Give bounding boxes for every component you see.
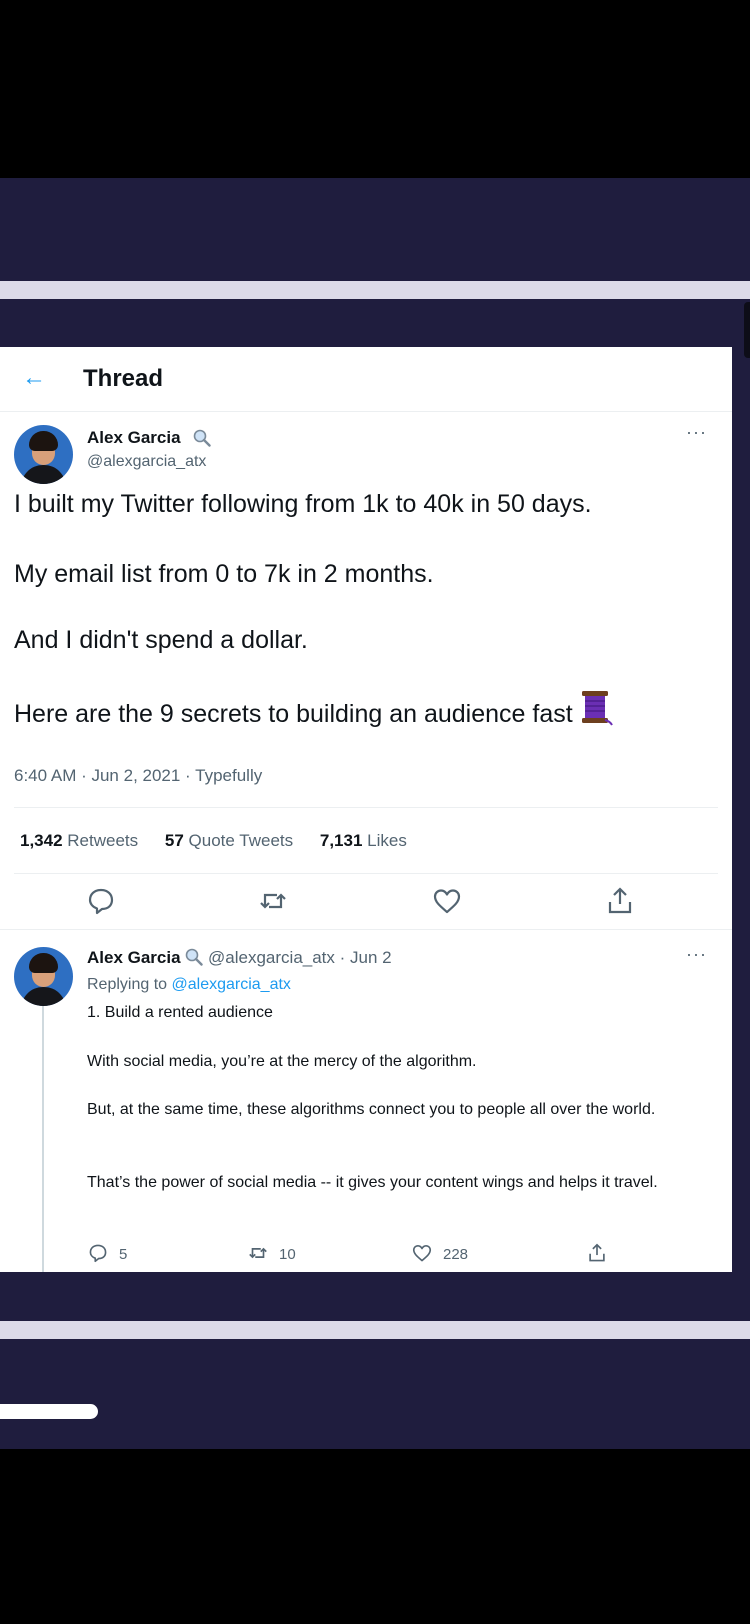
reply-author-name[interactable]: Alex Garcia bbox=[87, 948, 181, 967]
reply-author-line: Alex Garcia @alexgarcia_atx · Jun 2 bbox=[87, 947, 392, 969]
thread-connector-line bbox=[42, 969, 44, 1272]
likes-label[interactable]: Likes bbox=[367, 831, 407, 850]
magnifier-icon bbox=[193, 429, 211, 447]
replying-prefix: Replying to bbox=[87, 976, 168, 993]
reply-count: 5 bbox=[119, 1246, 128, 1263]
reply-paragraph: That’s the power of social media -- it g… bbox=[87, 1174, 658, 1191]
author-name[interactable]: Alex Garcia bbox=[87, 427, 181, 449]
tweet-stats: 1,342 Retweets 57 Quote Tweets 7,131 Lik… bbox=[20, 830, 429, 852]
retweet-icon[interactable] bbox=[257, 885, 289, 917]
share-icon[interactable] bbox=[604, 885, 636, 917]
reply-paragraph: With social media, you’re at the mercy o… bbox=[87, 1053, 477, 1070]
replying-to: Replying to @alexgarcia_atx bbox=[87, 974, 291, 996]
divider bbox=[0, 929, 732, 930]
more-options-icon[interactable]: ··· bbox=[686, 423, 707, 441]
tweet-line: Here are the 9 secrets to building an au… bbox=[14, 700, 573, 728]
frame-top-band bbox=[0, 178, 750, 281]
quotes-label[interactable]: Quote Tweets bbox=[189, 831, 294, 850]
tweet-line: And I didn't spend a dollar. bbox=[14, 626, 308, 654]
arrow-left-icon[interactable]: ← bbox=[22, 363, 46, 393]
frame-bottom-band bbox=[0, 1339, 750, 1449]
avatar[interactable] bbox=[14, 425, 73, 484]
reply-action[interactable]: 5 bbox=[87, 1242, 127, 1266]
magnifier-icon bbox=[185, 948, 203, 966]
divider bbox=[14, 873, 718, 874]
share-icon[interactable] bbox=[586, 1242, 608, 1264]
avatar[interactable] bbox=[14, 947, 73, 1006]
frame-bottom-border bbox=[0, 1321, 750, 1339]
thread-spool-icon bbox=[581, 691, 613, 726]
reply-icon[interactable] bbox=[85, 885, 117, 917]
retweets-label[interactable]: Retweets bbox=[67, 831, 138, 850]
retweet-action[interactable]: 10 bbox=[247, 1242, 296, 1266]
retweets-count[interactable]: 1,342 bbox=[20, 831, 63, 850]
home-indicator[interactable] bbox=[0, 1404, 98, 1419]
retweet-icon[interactable] bbox=[247, 1242, 269, 1264]
thread-header: ← Thread bbox=[0, 347, 732, 412]
quotes-count[interactable]: 57 bbox=[165, 831, 184, 850]
likes-count[interactable]: 7,131 bbox=[320, 831, 363, 850]
tweet-timestamp[interactable]: 6:40 AM · Jun 2, 2021 · Typefully bbox=[14, 765, 262, 787]
retweet-count: 10 bbox=[279, 1246, 296, 1263]
like-action[interactable]: 228 bbox=[411, 1242, 468, 1266]
reply-date[interactable]: · Jun 2 bbox=[340, 948, 392, 967]
like-icon[interactable] bbox=[411, 1242, 433, 1264]
reply-icon[interactable] bbox=[87, 1242, 109, 1264]
reply-paragraph: But, at the same time, these algorithms … bbox=[87, 1101, 656, 1118]
like-icon[interactable] bbox=[431, 885, 463, 917]
tweet-line: I built my Twitter following from 1k to … bbox=[14, 490, 592, 518]
like-count: 228 bbox=[443, 1246, 469, 1263]
tweet-line-last: Here are the 9 secrets to building an au… bbox=[14, 690, 613, 730]
reply-author-handle[interactable]: @alexgarcia_atx bbox=[208, 948, 335, 967]
frame-top-border bbox=[0, 281, 750, 299]
share-action[interactable] bbox=[586, 1242, 618, 1266]
edge-handle bbox=[744, 302, 750, 358]
reply-paragraph: 1. Build a rented audience bbox=[87, 1004, 273, 1021]
more-options-icon[interactable]: ··· bbox=[686, 945, 707, 963]
tweet-thread-card: ← Thread Alex Garcia @alexgarcia_atx ···… bbox=[0, 347, 732, 1272]
tweet-line: My email list from 0 to 7k in 2 months. bbox=[14, 560, 434, 588]
replying-handle-link[interactable]: @alexgarcia_atx bbox=[172, 976, 291, 993]
divider bbox=[14, 807, 718, 808]
page-title: Thread bbox=[83, 365, 164, 392]
author-handle[interactable]: @alexgarcia_atx bbox=[87, 451, 206, 473]
